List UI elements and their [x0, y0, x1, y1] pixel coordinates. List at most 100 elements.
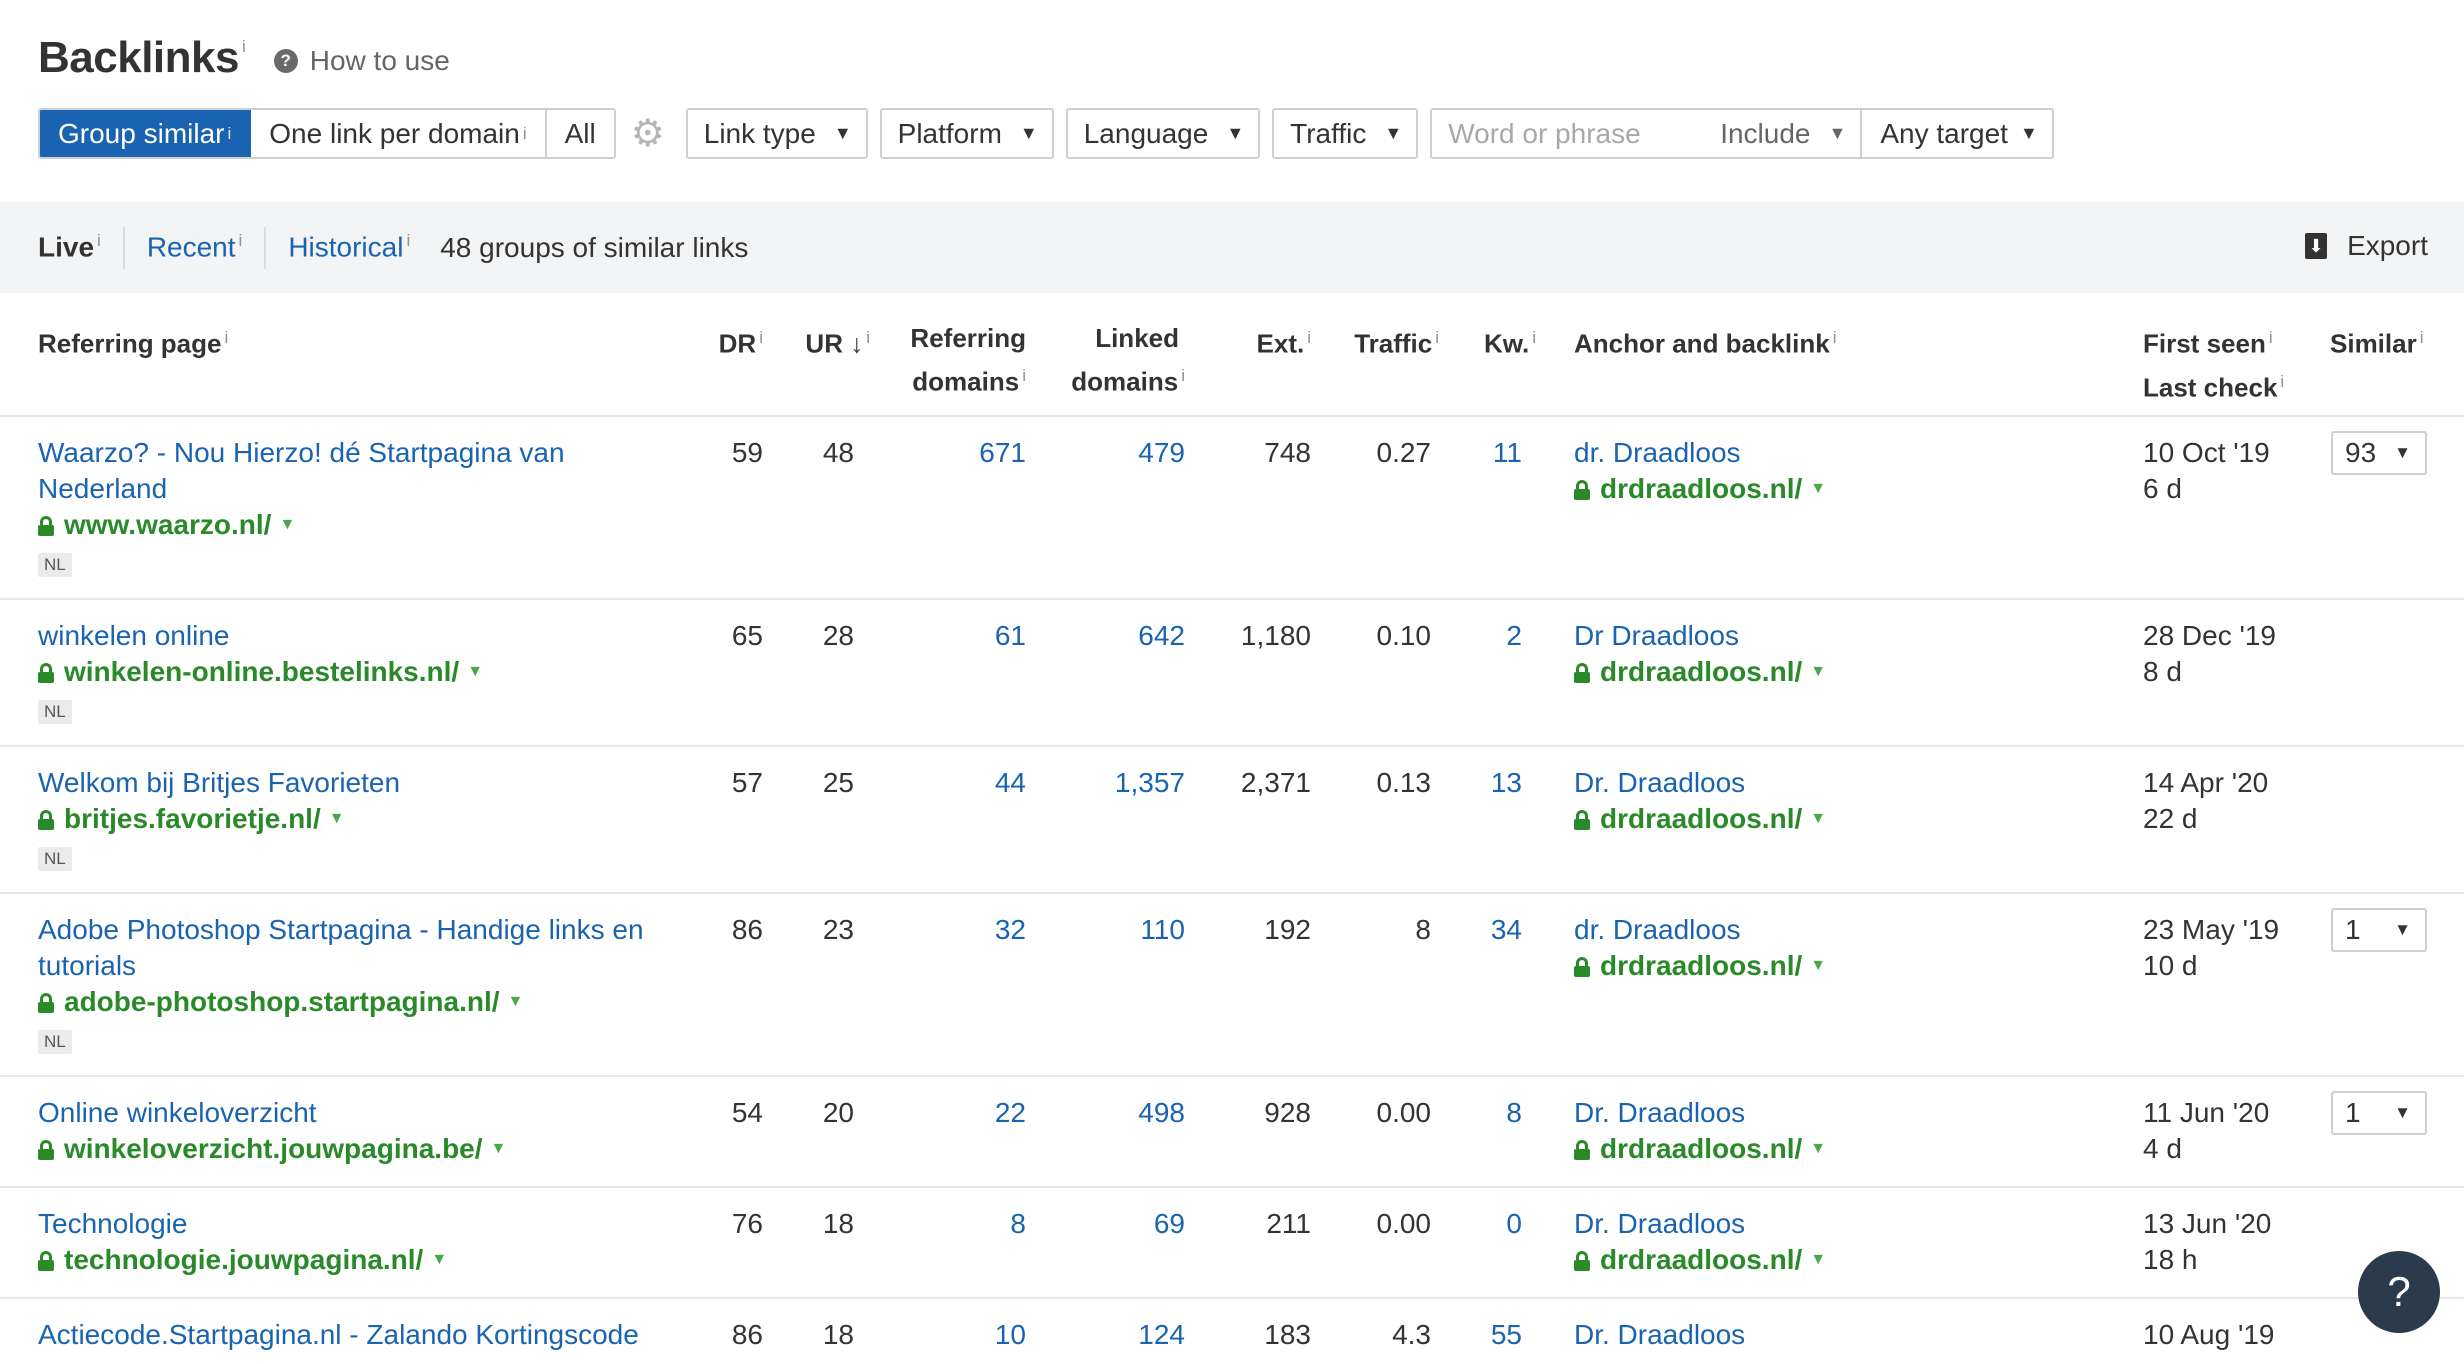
caret-down-icon[interactable]: ▼ [279, 507, 295, 543]
col-referring-page[interactable]: Referring page i [38, 319, 228, 363]
all-links-button[interactable]: All [546, 110, 614, 157]
group-similar-button[interactable]: Group similar i [40, 110, 252, 157]
col-traffic[interactable]: Traffic i [1354, 319, 1439, 363]
info-icon[interactable]: i [242, 37, 246, 57]
similar-links-dropdown[interactable]: 1 ▼ [2331, 1091, 2427, 1135]
ref-value[interactable]: 22 [995, 1095, 1026, 1131]
kw-value[interactable]: 55 [1491, 1317, 1522, 1353]
col-ext[interactable]: Ext. i [1257, 319, 1311, 363]
anchor-text[interactable]: Dr. Draadloos [1574, 1317, 1745, 1353]
backlink-target-url[interactable]: drdraadloos.nl/▼ [1574, 1242, 1826, 1278]
tab-live-label: Live [38, 231, 95, 263]
kw-value[interactable]: 0 [1506, 1206, 1522, 1242]
ref-value[interactable]: 10 [995, 1317, 1026, 1353]
caret-down-icon[interactable]: ▼ [1810, 948, 1826, 984]
anchor-text[interactable]: Dr. Draadloos [1574, 1095, 1826, 1131]
tab-historical[interactable]: Historical i [288, 231, 410, 263]
referring-page-title[interactable]: Welkom bij Britjes Favorieten [38, 765, 678, 801]
ref-value[interactable]: 671 [979, 435, 1026, 471]
caret-down-icon[interactable]: ▼ [467, 654, 483, 690]
linked-value[interactable]: 479 [1138, 435, 1185, 471]
tab-recent[interactable]: Recent i [147, 231, 243, 263]
ref-value[interactable]: 8 [1010, 1206, 1026, 1242]
linked-value[interactable]: 498 [1138, 1095, 1185, 1131]
referring-page-title[interactable]: winkelen online [38, 618, 678, 654]
referring-page-cell: Technologie technologie.jouwpagina.nl/▼ [38, 1206, 678, 1278]
settings-button[interactable]: ⚙ [622, 108, 674, 159]
backlink-target-url[interactable]: drdraadloos.nl/▼ [1574, 654, 1826, 690]
first-seen-date: 11 Jun '20 [2143, 1097, 2270, 1128]
one-link-per-domain-button[interactable]: One link per domain i [251, 110, 547, 157]
ref-value[interactable]: 32 [995, 912, 1026, 948]
col-first-seen-last-check[interactable]: First seen i Last check i [2143, 319, 2284, 406]
traffic-dropdown[interactable]: Traffic ▼ [1272, 108, 1419, 159]
col-referring-domains[interactable]: Referring domains i [910, 319, 1026, 401]
dates-cell: 10 Oct '19 6 d [2143, 435, 2270, 507]
include-dropdown[interactable]: Include ▼ [1710, 110, 1863, 157]
col-keywords[interactable]: Kw. i [1484, 319, 1536, 363]
anchor-text[interactable]: dr. Draadloos [1574, 435, 1826, 471]
anchor-text[interactable]: Dr Draadloos [1574, 618, 1826, 654]
referring-page-url[interactable]: adobe-photoshop.startpagina.nl/ ▼ [38, 984, 678, 1020]
col-similar[interactable]: Similar i [2330, 319, 2424, 363]
col-linked-domains[interactable]: Linked domains i [1071, 319, 1185, 401]
tab-live[interactable]: Live i [38, 231, 101, 263]
help-button[interactable]: ? [2358, 1251, 2440, 1333]
similar-links-dropdown[interactable]: 1 ▼ [2331, 908, 2427, 952]
lock-icon [38, 1251, 54, 1271]
similar-links-dropdown[interactable]: 93 ▼ [2331, 431, 2427, 475]
linked-value[interactable]: 69 [1154, 1206, 1185, 1242]
caret-down-icon[interactable]: ▼ [1810, 1242, 1826, 1278]
first-seen-date: 23 May '19 [2143, 914, 2280, 945]
referring-page-title[interactable]: Online winkeloverzicht [38, 1095, 678, 1131]
caret-down-icon[interactable]: ▼ [329, 801, 345, 837]
referring-page-title[interactable]: Actiecode.Startpagina.nl - Zalando Korti… [38, 1317, 678, 1353]
platform-dropdown[interactable]: Platform ▼ [879, 108, 1054, 159]
kw-value[interactable]: 34 [1491, 912, 1522, 948]
anchor-text[interactable]: Dr. Draadloos [1574, 765, 1826, 801]
table-row: Online winkeloverzicht winkeloverzicht.jo… [0, 1077, 2464, 1188]
linked-value[interactable]: 124 [1138, 1317, 1185, 1353]
kw-value[interactable]: 11 [1493, 435, 1522, 471]
language-dropdown[interactable]: Language ▼ [1065, 108, 1261, 159]
referring-page-title[interactable]: Technologie [38, 1206, 678, 1242]
referring-page-url[interactable]: winkeloverzicht.jouwpagina.be/ ▼ [38, 1131, 678, 1167]
export-button[interactable]: ⬇ Export [2305, 230, 2428, 262]
kw-value[interactable]: 2 [1506, 618, 1522, 654]
caret-down-icon[interactable]: ▼ [1810, 1131, 1826, 1167]
backlink-target-url[interactable]: drdraadloos.nl/▼ [1574, 1131, 1826, 1167]
anchor-text[interactable]: Dr. Draadloos [1574, 1206, 1826, 1242]
link-type-dropdown[interactable]: Link type ▼ [685, 108, 868, 159]
search-input[interactable] [1432, 110, 1711, 157]
ref-value[interactable]: 61 [995, 618, 1026, 654]
col-dr[interactable]: DR i [719, 319, 763, 363]
caret-down-icon[interactable]: ▼ [431, 1242, 447, 1278]
referring-page-url[interactable]: winkelen-online.bestelinks.nl/▼ [38, 654, 678, 690]
caret-down-icon[interactable]: ▼ [1810, 801, 1826, 837]
linked-value[interactable]: 642 [1138, 618, 1185, 654]
backlink-target-url[interactable]: drdraadloos.nl/▼ [1574, 471, 1826, 507]
referring-page-title[interactable]: Adobe Photoshop Startpagina - Handige li… [38, 912, 678, 984]
linked-value[interactable]: 110 [1140, 912, 1185, 948]
caret-down-icon[interactable]: ▼ [491, 1131, 507, 1167]
caret-down-icon: ▼ [1828, 123, 1847, 143]
kw-value[interactable]: 8 [1506, 1095, 1522, 1131]
anchor-text[interactable]: dr. Draadloos [1574, 912, 1826, 948]
referring-page-title[interactable]: Waarzo? - Nou Hierzo! dé Startpagina van… [38, 435, 678, 507]
any-target-dropdown[interactable]: Any target ▼ [1862, 110, 2051, 157]
col-anchor-backlink[interactable]: Anchor and backlink i [1574, 319, 1837, 363]
backlink-target-url[interactable]: drdraadloos.nl/▼ [1574, 948, 1826, 984]
ref-value[interactable]: 44 [995, 765, 1026, 801]
referring-page-url[interactable]: www.waarzo.nl/▼ [38, 507, 678, 543]
caret-down-icon[interactable]: ▼ [1810, 471, 1826, 507]
linked-value[interactable]: 1,357 [1115, 765, 1185, 801]
caret-down-icon[interactable]: ▼ [1810, 654, 1826, 690]
referring-page-url[interactable]: britjes.favorietje.nl/ ▼ [38, 801, 678, 837]
kw-value[interactable]: 13 [1491, 765, 1522, 801]
backlink-target-url[interactable]: drdraadloos.nl/▼ [1574, 801, 1826, 837]
traffic-label: Traffic [1290, 117, 1367, 149]
col-ur[interactable]: UR ↓ i [805, 319, 870, 363]
how-to-use-link[interactable]: ? How to use [273, 45, 450, 77]
caret-down-icon[interactable]: ▼ [508, 984, 524, 1020]
referring-page-url[interactable]: technologie.jouwpagina.nl/▼ [38, 1242, 678, 1278]
